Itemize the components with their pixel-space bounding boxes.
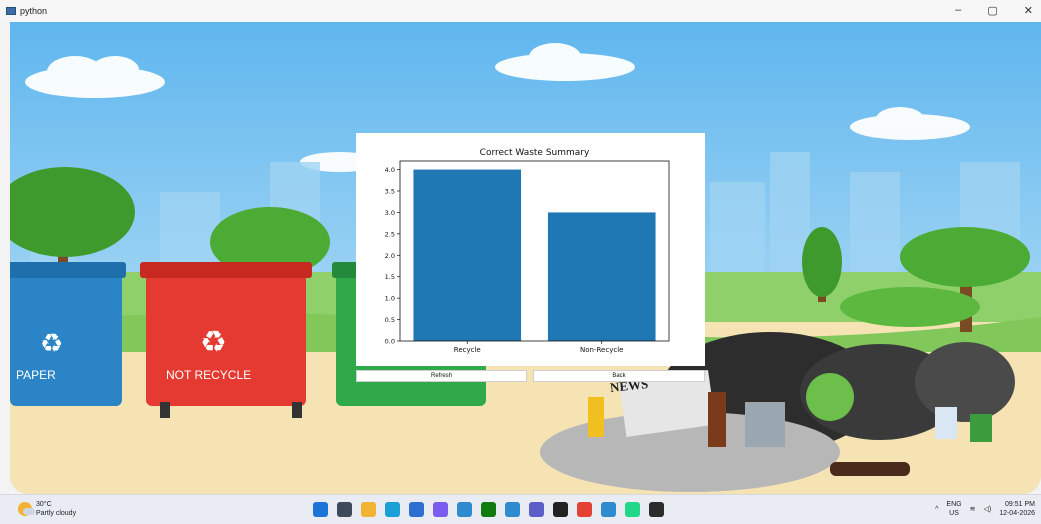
back-button[interactable]: Back (533, 370, 705, 382)
bar (413, 169, 522, 341)
y-tick-label: 2.0 (385, 252, 395, 260)
y-tick-label: 1.5 (385, 273, 395, 281)
edge-icon[interactable] (385, 502, 400, 517)
chatgpt-icon[interactable] (553, 502, 568, 517)
y-tick-label: 3.5 (385, 188, 395, 196)
system-tray: ^ ENG US ≋ ◁) 09:51 PM 12-04-2026 (935, 500, 1035, 518)
lang-code: ENG (946, 501, 962, 508)
xbox-icon[interactable] (481, 502, 496, 517)
blue-bin (10, 262, 126, 406)
taskbar: 30°C Partly cloudy ^ ENG US ≋ ◁) 09:51 P… (0, 494, 1041, 524)
svg-text:♻: ♻ (40, 329, 63, 359)
waste-summary-chart: Correct Waste Summary Recycle Non-Recycle 0… (385, 148, 670, 354)
weather-desc: Partly cloudy (36, 510, 77, 517)
taskbar-apps (313, 502, 664, 517)
minimize-button[interactable]: – (955, 4, 961, 17)
x-tick-label: Recycle (454, 346, 481, 354)
bin-label-paper: PAPER (16, 368, 56, 382)
clock-time: 09:51 PM (1005, 501, 1035, 508)
chrome-icon[interactable] (577, 502, 592, 517)
teams-icon[interactable] (529, 502, 544, 517)
pycharm-icon[interactable] (625, 502, 640, 517)
svg-text:♻: ♻ (200, 325, 227, 360)
refresh-button[interactable]: Refresh (356, 370, 527, 382)
python-app-icon (6, 7, 16, 15)
clock[interactable]: 09:51 PM 12-04-2026 (999, 500, 1035, 518)
y-tick-label: 3.0 (385, 209, 395, 217)
file-explorer-icon[interactable] (361, 502, 376, 517)
app-icon[interactable] (601, 502, 616, 517)
x-tick-label: Non-Recycle (580, 346, 623, 354)
language-indicator[interactable]: ENG US (946, 500, 961, 518)
y-tick-label: 1.0 (385, 295, 395, 303)
summary-dialog: Correct Waste Summary Recycle Non-Recycle 0… (356, 133, 705, 366)
maximize-button[interactable]: ▢ (987, 4, 997, 17)
weather-widget[interactable]: 30°C Partly cloudy (18, 500, 76, 518)
window-titlebar: python – ▢ ✕ (0, 0, 1041, 22)
terminal-icon[interactable] (649, 502, 664, 517)
bin-label-not-recycle: NOT RECYCLE (166, 368, 252, 382)
search-icon[interactable] (337, 502, 352, 517)
bar (547, 212, 656, 341)
wifi-icon[interactable]: ≋ (970, 505, 976, 513)
close-button[interactable]: ✕ (1024, 4, 1033, 17)
y-tick-label: 0.0 (385, 338, 395, 346)
app-icon[interactable] (505, 502, 520, 517)
window-title: python (20, 6, 48, 16)
weather-temp: 30°C (36, 501, 52, 508)
chevron-up-icon[interactable]: ^ (935, 506, 938, 513)
app-icon[interactable] (457, 502, 472, 517)
y-tick-label: 4.0 (385, 166, 395, 174)
partly-cloudy-icon (18, 502, 35, 516)
chart-title: Correct Waste Summary (480, 148, 590, 158)
store-icon[interactable] (409, 502, 424, 517)
clock-date: 12-04-2026 (999, 510, 1035, 517)
copilot-icon[interactable] (433, 502, 448, 517)
y-tick-label: 2.5 (385, 230, 395, 238)
start-icon[interactable] (313, 502, 328, 517)
window-controls: – ▢ ✕ (955, 4, 1033, 17)
y-tick-label: 0.5 (385, 316, 395, 324)
volume-icon[interactable]: ◁) (983, 505, 991, 513)
region-code: US (949, 510, 959, 517)
